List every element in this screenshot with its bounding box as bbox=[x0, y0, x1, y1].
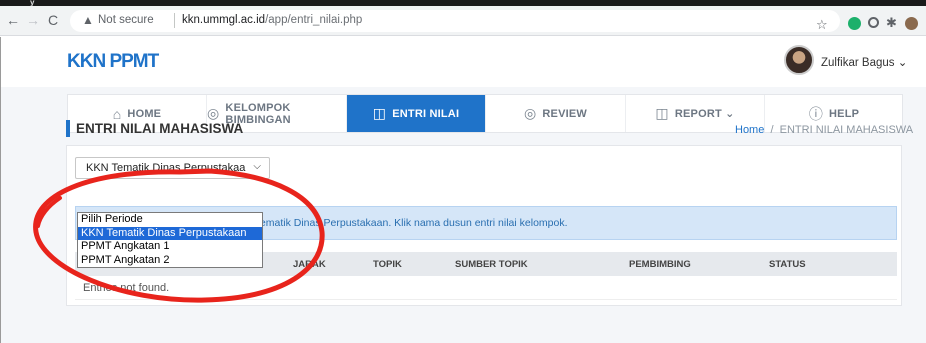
col-pembimbing: PEMBIMBING bbox=[629, 259, 691, 270]
address-bar[interactable]: ▲ Not secure kkn.ummgl.ac.id/app/entri_n… bbox=[70, 10, 840, 32]
user-avatar[interactable] bbox=[784, 45, 814, 75]
home-icon: ⌂ bbox=[112, 105, 122, 122]
arrow-right-icon[interactable]: → bbox=[26, 10, 40, 30]
reload-icon[interactable]: C bbox=[48, 10, 58, 30]
nav-wrapper: ⌂ HOME ◎ KELOMPOK BIMBINGAN ◫ ENTRI NILA… bbox=[1, 87, 926, 147]
period-dropdown-list: Pilih Periode KKN Tematik Dinas Perpusta… bbox=[77, 212, 263, 268]
book-icon: ◫ bbox=[372, 105, 387, 121]
breadcrumb-home[interactable]: Home bbox=[735, 124, 764, 136]
nav-entri-nilai[interactable]: ◫ ENTRI NILAI bbox=[347, 95, 486, 132]
breadcrumb-separator: / bbox=[770, 124, 774, 136]
chevron-down-icon: ⌵ bbox=[253, 161, 261, 172]
pulse-icon: ◎ bbox=[523, 105, 537, 121]
user-menu[interactable]: Zulfikar Bagus ⌄ bbox=[821, 55, 907, 69]
breadcrumb: Home / ENTRI NILAI MAHASISWA bbox=[735, 124, 913, 136]
profile-avatar-icon[interactable] bbox=[905, 17, 918, 30]
warning-icon[interactable]: ▲ bbox=[82, 13, 94, 27]
star-icon[interactable]: ☆ bbox=[816, 17, 828, 33]
url-text[interactable]: kkn.ummgl.ac.id/app/entri_nilai.php bbox=[182, 14, 362, 26]
col-sumber-topik: SUMBER TOPIK bbox=[455, 259, 528, 270]
arrow-left-icon[interactable]: ← bbox=[6, 10, 20, 30]
security-status[interactable]: Not secure bbox=[98, 14, 154, 26]
info-icon: ⓘ bbox=[808, 105, 824, 122]
option-pilih-periode[interactable]: Pilih Periode bbox=[78, 213, 262, 227]
option-ppmt-angkatan-1[interactable]: PPMT Angkatan 1 bbox=[78, 240, 262, 254]
circle-extension-icon[interactable] bbox=[868, 17, 879, 28]
page-title: ENTRI NILAI MAHASISWA bbox=[76, 121, 244, 136]
divider bbox=[174, 13, 175, 28]
title-accent-bar bbox=[66, 120, 70, 137]
col-jarak: JARAK bbox=[293, 259, 326, 270]
pulse-icon: ◎ bbox=[207, 105, 220, 121]
site-header: KKN PPMT Zulfikar Bagus ⌄ bbox=[1, 37, 926, 87]
col-status: STATUS bbox=[769, 259, 806, 270]
site-logo[interactable]: KKN PPMT bbox=[67, 51, 159, 73]
table-empty-row: Entries not found. bbox=[75, 276, 897, 300]
book-icon: ◫ bbox=[655, 105, 669, 121]
browser-toolbar: ← → C ▲ Not secure kkn.ummgl.ac.id/app/e… bbox=[0, 6, 926, 36]
nav-review[interactable]: ◎ REVIEW bbox=[486, 95, 626, 132]
col-topik: TOPIK bbox=[373, 259, 402, 270]
breadcrumb-current: ENTRI NILAI MAHASISWA bbox=[779, 124, 914, 136]
period-select[interactable]: KKN Tematik Dinas Perpustakaa ⌵ bbox=[75, 157, 270, 179]
option-ppmt-angkatan-2[interactable]: PPMT Angkatan 2 bbox=[78, 254, 262, 268]
grammarly-extension-icon[interactable] bbox=[848, 17, 861, 30]
puzzle-icon[interactable]: ✱ bbox=[886, 15, 897, 31]
option-kkn-tematik[interactable]: KKN Tematik Dinas Perpustakaan bbox=[78, 226, 262, 240]
